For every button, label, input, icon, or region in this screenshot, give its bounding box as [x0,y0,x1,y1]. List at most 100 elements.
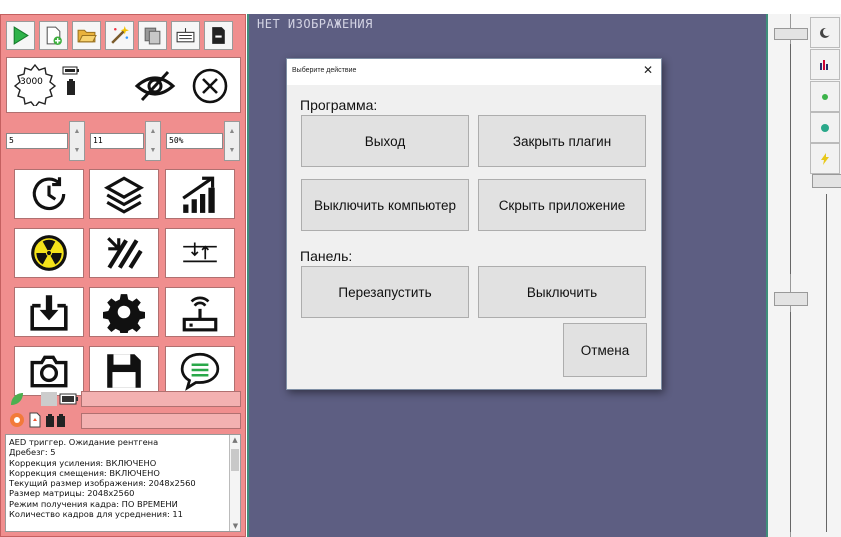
wireless-device-button[interactable] [165,287,235,337]
spinner-percent[interactable]: 50% ▲ ▼ [166,121,241,161]
right-button-4[interactable] [810,112,840,143]
battery-indicator [62,65,80,99]
moon-icon [820,27,831,38]
teal-dot-icon [821,123,829,132]
spinner-percent-arrows[interactable]: ▲ ▼ [224,121,240,161]
scroll-up-icon[interactable]: ▲ [230,435,240,445]
arrow-up-icon[interactable]: ▲ [146,122,160,141]
arrow-down-icon[interactable]: ▼ [146,141,160,160]
vertical-align-icon [183,242,217,263]
camera-button[interactable] [14,346,84,396]
copy-button[interactable] [138,21,167,50]
panel-group-label: Панель: [300,248,353,264]
new-document-button[interactable] [39,21,68,50]
slider-handle-bottom[interactable] [774,292,808,306]
open-folder-button[interactable] [72,21,101,50]
battery-pair-icon [46,414,65,427]
program-group-label: Программа: [300,97,378,113]
slider-track-3[interactable] [826,194,827,532]
battery-icon [62,66,79,95]
battery-small-icon [59,393,78,405]
cancel-button[interactable]: Отмена [563,323,647,377]
close-circle-button[interactable] [191,67,229,105]
history-button[interactable] [14,169,84,219]
copy-icon [144,27,161,45]
log-scrollbar[interactable]: ▲ ▼ [229,435,240,531]
histogram-icon [820,59,828,70]
gear-counter[interactable]: 3000 [11,62,59,109]
log-line: Режим получения кадра: ПО ВРЕМЕНИ [9,498,178,509]
hide-preview-button[interactable] [134,68,176,104]
spinner-debounce-field[interactable]: 5 [6,133,68,149]
gear-counter-value: 3000 [20,77,43,87]
slider-handle-top[interactable] [774,28,808,40]
open-folder-icon [77,29,97,43]
chat-bubble-icon [180,352,220,391]
spinner-debounce-arrows[interactable]: ▲ ▼ [69,121,85,161]
settings-button[interactable] [89,287,159,337]
clock-refresh-icon [32,177,66,211]
arrow-down-icon[interactable]: ▼ [225,141,239,160]
shutdown-computer-button[interactable]: Выключить компьютер [301,179,469,231]
close-plugin-button[interactable]: Закрыть плагин [478,115,646,167]
spinner-frames-arrows[interactable]: ▲ ▼ [145,121,161,161]
eye-slash-icon [134,70,176,102]
dialog-close-icon[interactable]: ✕ [643,63,653,77]
arrow-down-icon[interactable]: ▼ [70,141,84,160]
magic-wand-icon [111,26,129,44]
save-button[interactable] [89,346,159,396]
log-line: Количество кадров для усреднения: 11 [9,509,183,520]
right-button-1[interactable] [810,17,840,48]
vertical-align-button[interactable] [165,228,235,278]
status-bar-1 [7,391,241,407]
restart-button[interactable]: Перезапустить [301,266,469,318]
arrow-up-icon[interactable]: ▲ [225,122,239,141]
diagonal-scan-icon [107,237,143,269]
layers-button[interactable] [89,169,159,219]
floppy-save-icon [107,354,141,388]
chat-button[interactable] [165,346,235,396]
diagonal-scan-button[interactable] [89,228,159,278]
hide-app-button[interactable]: Скрыть приложение [478,179,646,231]
gear-icon [103,294,145,333]
no-image-label: НЕТ ИЗОБРАЖЕНИЯ [257,17,373,31]
status-slot [41,392,57,406]
scroll-down-icon[interactable]: ▼ [230,521,240,531]
play-icon [13,26,29,45]
wireless-device-icon [182,296,218,332]
turn-off-button[interactable]: Выключить [478,266,646,318]
exit-button[interactable]: Выход [301,115,469,167]
target-icon [10,413,24,427]
download-icon [30,295,68,331]
spinner-frames[interactable]: 11 ▲ ▼ [90,121,162,161]
log-line: Дребезг: 5 [9,447,56,458]
magic-wand-button[interactable] [105,21,134,50]
document-warning-icon [29,412,41,428]
slider-track-1[interactable] [790,44,791,274]
lightning-icon [821,152,829,165]
slider-track-2[interactable] [790,312,791,532]
spinner-frames-field[interactable]: 11 [90,133,144,149]
download-button[interactable] [14,287,84,337]
right-button-2[interactable] [810,49,840,80]
new-document-icon [46,26,62,45]
scroll-thumb[interactable] [231,449,239,471]
layers-icon [103,176,145,214]
spinner-percent-field[interactable]: 50% [166,133,223,149]
arrow-up-icon[interactable]: ▲ [70,122,84,141]
dialog-title: Выберите действие [292,67,357,74]
slider-handle-right[interactable] [812,174,841,188]
status-field-2 [81,413,241,429]
right-button-3[interactable] [810,81,840,112]
right-button-5[interactable] [810,143,840,174]
choose-action-dialog: Выберите действие ✕ Программа: Выход Зак… [286,58,662,390]
growth-chart-button[interactable] [165,169,235,219]
status-log[interactable]: AED триггер. Ожидание рентгена Дребезг: … [5,434,241,532]
play-button[interactable] [6,21,35,50]
circle-x-icon [192,68,228,104]
spinner-debounce[interactable]: 5 ▲ ▼ [6,121,86,161]
keyboard-button[interactable] [171,21,200,50]
growth-chart-icon [182,176,215,213]
radiation-button[interactable] [14,228,84,278]
save-file-button[interactable] [204,21,233,50]
